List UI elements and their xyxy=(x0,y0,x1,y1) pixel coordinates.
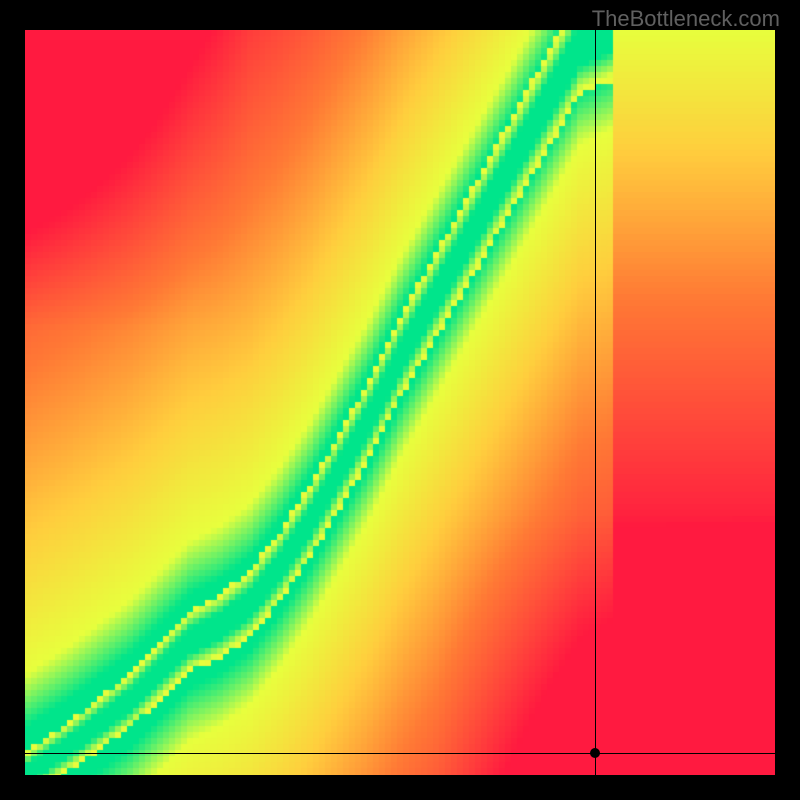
chart-container: TheBottleneck.com xyxy=(0,0,800,800)
crosshair-horizontal xyxy=(25,753,775,754)
watermark-text: TheBottleneck.com xyxy=(592,6,780,32)
plot-area xyxy=(25,30,775,775)
crosshair-vertical xyxy=(595,30,596,775)
heatmap-canvas xyxy=(25,30,775,775)
marker-dot xyxy=(590,748,600,758)
